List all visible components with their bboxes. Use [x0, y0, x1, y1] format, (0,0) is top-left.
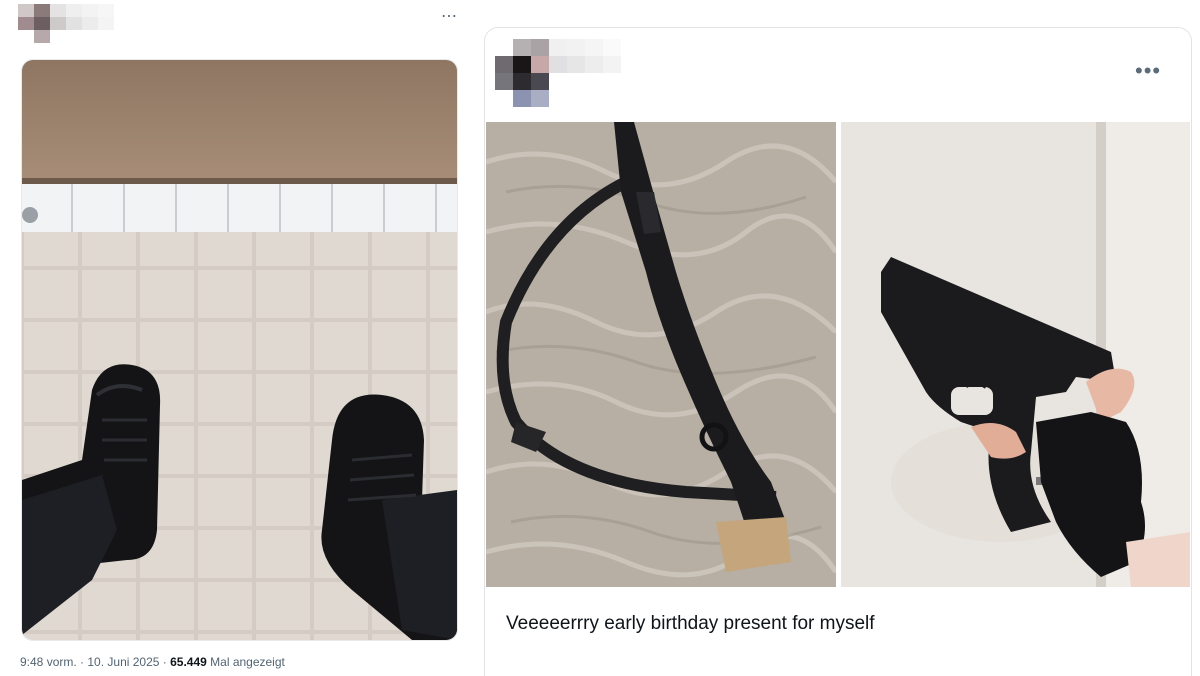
left-post: ⋯ 9:48 vorm. · 10. Juni 2025 · 65.449 Ma…	[0, 0, 470, 675]
rifle-photo-illustration	[486, 122, 836, 587]
post-photo-rifle[interactable]	[486, 122, 836, 587]
post-time[interactable]: 9:48 vorm.	[20, 655, 77, 669]
boots-photo-illustration	[22, 60, 457, 640]
post-metadata: 9:48 vorm. · 10. Juni 2025 · 65.449 Mal …	[20, 655, 285, 669]
more-options-icon[interactable]: •••	[1135, 60, 1161, 82]
more-options-icon[interactable]: ⋯	[441, 6, 458, 26]
post-photo-boots[interactable]	[21, 59, 458, 641]
view-count: 65.449	[170, 655, 207, 669]
right-post-card: ••• Veeeeerrry early birthday present fo…	[484, 27, 1192, 676]
post-caption: Veeeeerrry early birthday present for my…	[506, 613, 875, 634]
separator-dot: ·	[76, 655, 88, 669]
user-avatar-pixelated[interactable]	[495, 39, 643, 109]
separator-dot: ·	[159, 655, 171, 669]
user-avatar-pixelated[interactable]	[18, 4, 114, 44]
post-photo-pistol[interactable]	[841, 122, 1190, 587]
view-count-label: Mal angezeigt	[206, 655, 285, 669]
post-date[interactable]: 10. Juni 2025	[87, 655, 159, 669]
pistol-photo-illustration	[841, 122, 1190, 587]
